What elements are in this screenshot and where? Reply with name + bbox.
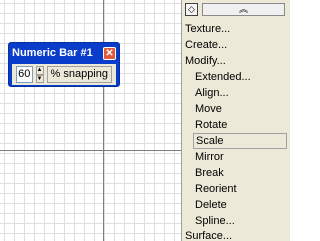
close-icon[interactable]: ✕ [103,46,116,60]
viewport-grid[interactable]: Numeric Bar #1 ✕ 60 ▲ ▼ % snapping [0,0,181,241]
menu-item-break[interactable]: Break [195,165,224,181]
collapse-icon[interactable]: ◇ [185,3,198,16]
menu-item-reorient[interactable]: Reorient [195,181,237,197]
menu-item-rotate[interactable]: Rotate [195,117,227,133]
menu-item-scale[interactable]: Scale [193,133,287,149]
menu-panel: ◇ ︽ Texture... Create... Modify... Exten… [181,0,290,241]
menu-item-spline[interactable]: Spline... [195,213,235,229]
spin-down-icon[interactable]: ▼ [35,74,44,83]
menu-item-texture[interactable]: Texture... [185,21,230,37]
menu-item-surface[interactable]: Surface... [185,228,232,241]
menu-item-modify[interactable]: Modify... [185,53,226,69]
numeric-bar-titlebar[interactable]: Numeric Bar #1 ✕ [12,45,116,61]
panel-header: ◇ ︽ [182,0,290,20]
snapping-spinner[interactable]: ▲ ▼ [35,66,44,83]
menu-item-create[interactable]: Create... [185,37,227,53]
horizontal-axis-line [0,150,181,151]
vertical-axis-line [103,0,104,241]
numeric-bar-title: Numeric Bar #1 [12,47,93,59]
menu-item-align[interactable]: Align... [195,85,229,101]
snapping-toggle-button[interactable]: % snapping [46,66,112,83]
menu-item-mirror[interactable]: Mirror [195,149,224,165]
menu-item-move[interactable]: Move [195,101,222,117]
menu-item-delete[interactable]: Delete [195,197,227,213]
spin-up-icon[interactable]: ▲ [35,66,44,75]
menu-item-extended[interactable]: Extended... [195,69,251,85]
numeric-bar-window[interactable]: Numeric Bar #1 ✕ 60 ▲ ▼ % snapping [8,42,120,87]
numeric-bar-body: 60 ▲ ▼ % snapping [12,64,116,85]
chevron-up-icon[interactable]: ︽ [202,3,285,16]
snapping-value-field[interactable]: 60 [16,66,33,83]
